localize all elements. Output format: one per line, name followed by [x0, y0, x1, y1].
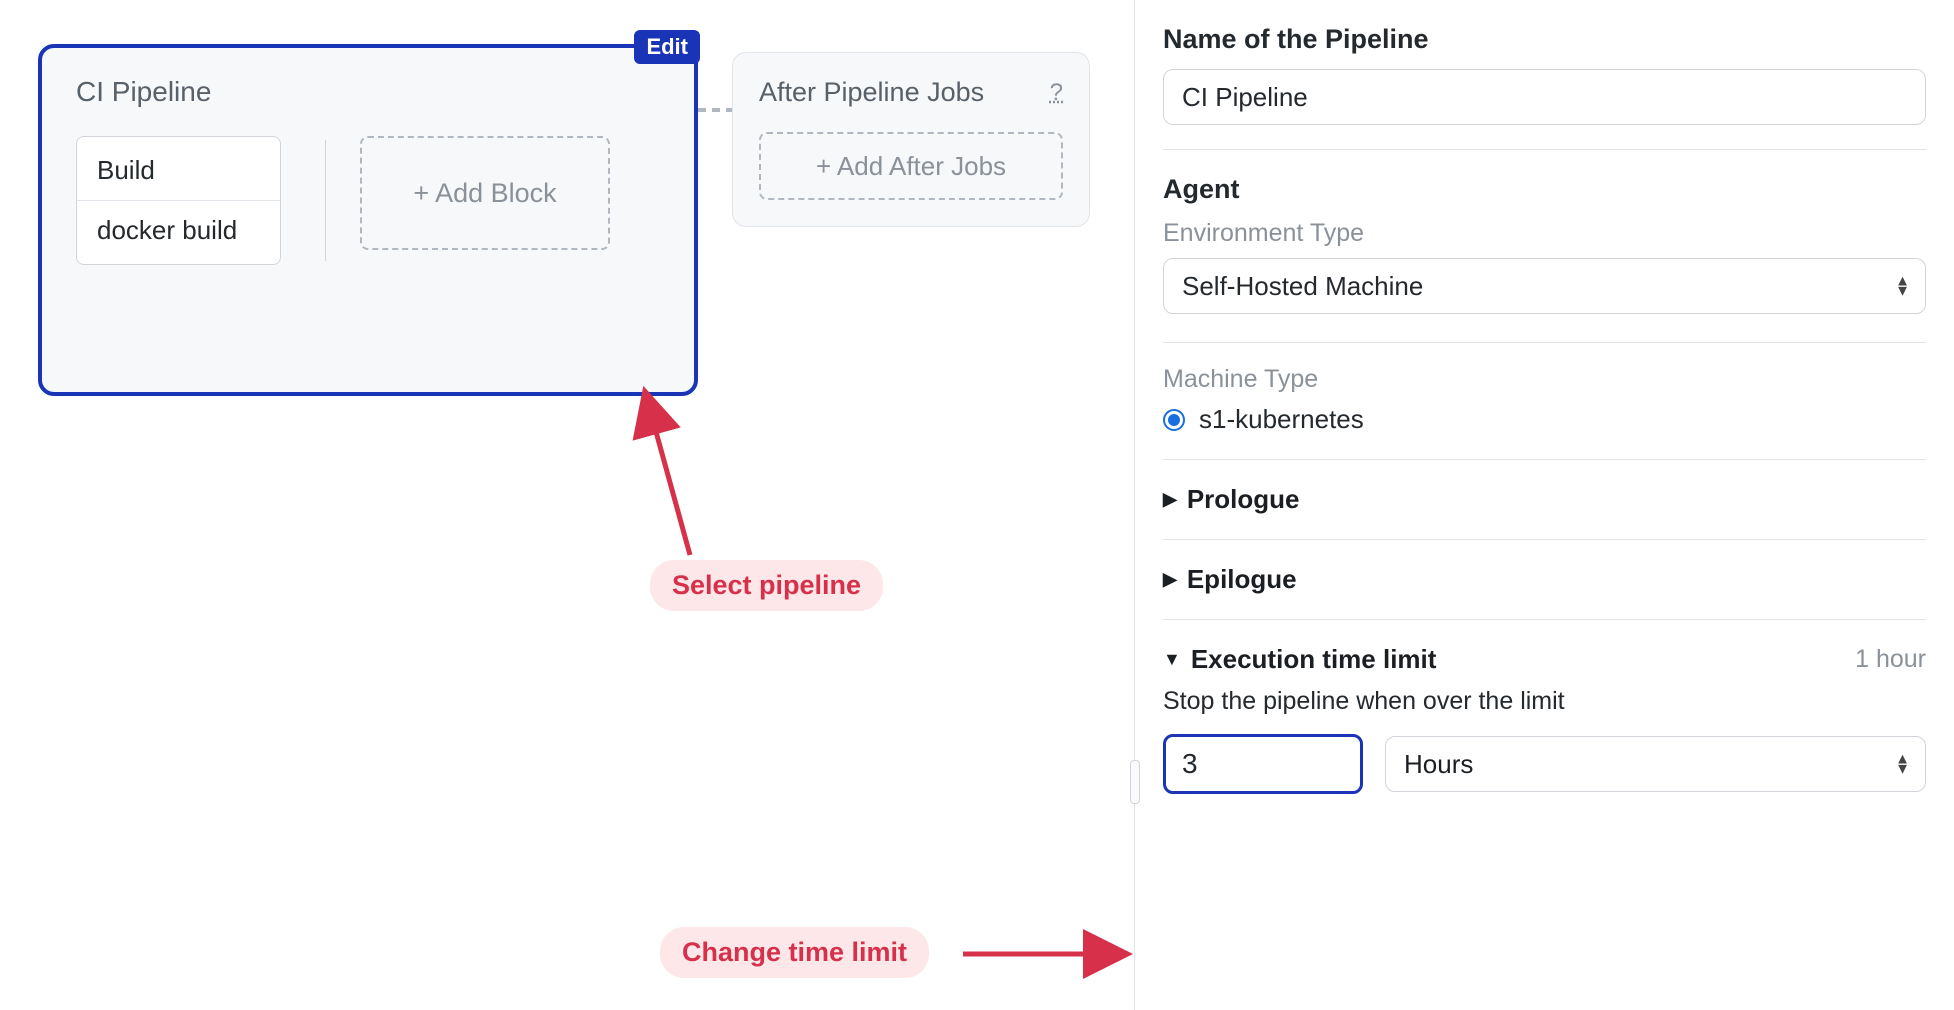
- block-name: Build: [77, 137, 280, 201]
- prologue-toggle[interactable]: ▶ Prologue: [1163, 484, 1926, 515]
- block-job: docker build: [77, 201, 280, 264]
- add-block-button[interactable]: + Add Block: [360, 136, 610, 250]
- machine-type-value: s1-kubernetes: [1199, 404, 1364, 435]
- exec-time-unit-select[interactable]: Hours: [1385, 736, 1926, 792]
- epilogue-toggle[interactable]: ▶ Epilogue: [1163, 564, 1926, 595]
- edit-badge[interactable]: Edit: [634, 30, 700, 64]
- after-pipeline-title: After Pipeline Jobs: [759, 77, 984, 108]
- pipeline-name-input[interactable]: [1163, 69, 1926, 125]
- pipeline-connector: [698, 108, 734, 112]
- resize-handle[interactable]: [1130, 760, 1140, 804]
- add-after-jobs-button[interactable]: + Add After Jobs: [759, 132, 1063, 200]
- after-pipeline-card[interactable]: After Pipeline Jobs ? + Add After Jobs: [732, 52, 1090, 227]
- pipeline-settings-sidebar: Name of the Pipeline Agent Environment T…: [1134, 0, 1954, 1010]
- annotation-arrow-change: [958, 934, 1118, 979]
- caret-right-icon: ▶: [1163, 489, 1177, 510]
- pipeline-card[interactable]: Edit CI Pipeline Build docker build + Ad…: [38, 44, 698, 396]
- machine-type-label: Machine Type: [1163, 365, 1926, 394]
- exec-time-toggle[interactable]: ▼ Execution time limit: [1163, 644, 1436, 675]
- annotation-select-pipeline: Select pipeline: [650, 560, 883, 611]
- block-separator: [325, 140, 326, 261]
- prologue-label: Prologue: [1187, 484, 1300, 515]
- machine-type-option[interactable]: s1-kubernetes: [1163, 404, 1926, 435]
- exec-time-heading: Execution time limit: [1191, 644, 1437, 675]
- annotation-change-time-limit: Change time limit: [660, 927, 929, 978]
- env-type-value: Self-Hosted Machine: [1182, 271, 1423, 302]
- exec-time-desc: Stop the pipeline when over the limit: [1163, 687, 1926, 716]
- name-label: Name of the Pipeline: [1163, 24, 1926, 55]
- pipeline-canvas: Edit CI Pipeline Build docker build + Ad…: [0, 0, 1130, 1010]
- help-icon[interactable]: ?: [1050, 79, 1063, 107]
- block-card-build[interactable]: Build docker build: [76, 136, 281, 265]
- caret-right-icon: ▶: [1163, 569, 1177, 590]
- env-type-label: Environment Type: [1163, 219, 1926, 248]
- caret-down-icon: ▼: [1163, 649, 1181, 670]
- radio-selected-icon: [1163, 409, 1185, 431]
- env-type-select[interactable]: Self-Hosted Machine: [1163, 258, 1926, 314]
- exec-time-value-input[interactable]: [1163, 734, 1363, 794]
- pipeline-title: CI Pipeline: [76, 76, 660, 108]
- exec-time-unit-value: Hours: [1404, 749, 1473, 780]
- chevron-updown-icon: ▲▼: [1895, 755, 1910, 774]
- agent-heading: Agent: [1163, 174, 1926, 205]
- annotation-arrow-select: [630, 400, 710, 565]
- epilogue-label: Epilogue: [1187, 564, 1297, 595]
- chevron-updown-icon: ▲▼: [1895, 277, 1910, 296]
- exec-time-hint: 1 hour: [1855, 645, 1926, 674]
